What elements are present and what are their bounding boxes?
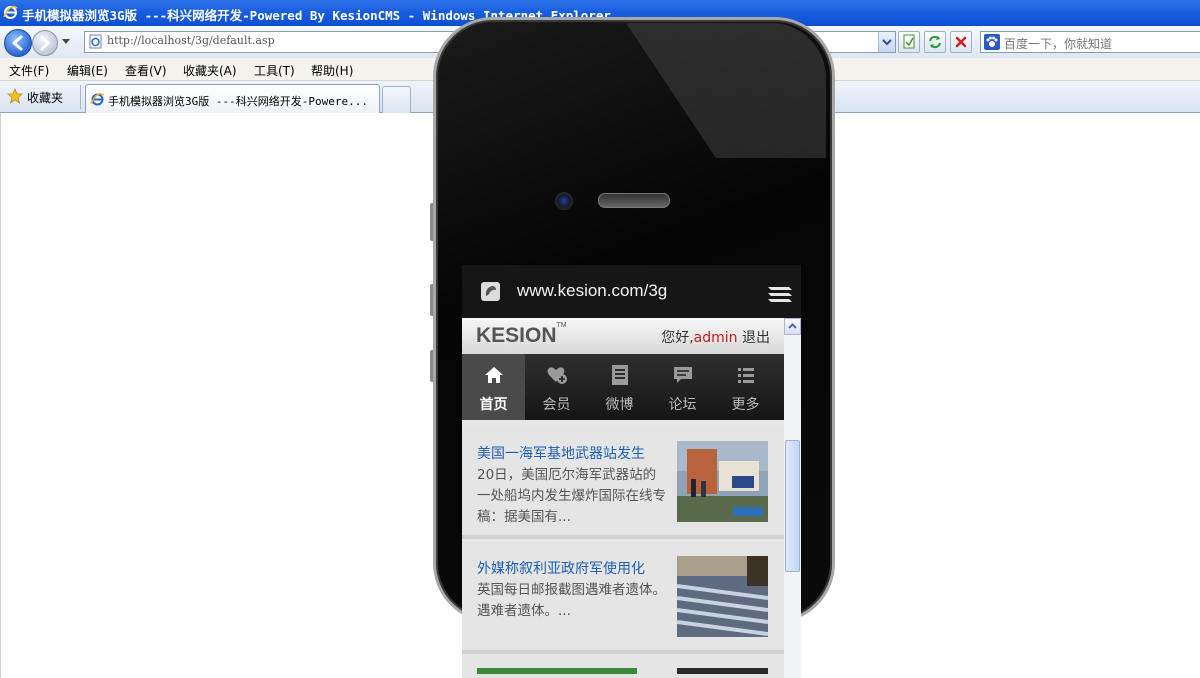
nav-label: 首页 — [479, 397, 508, 413]
nav-home[interactable]: 首页 — [462, 354, 525, 420]
logout-link[interactable]: 退出 — [742, 330, 770, 346]
nav-label: 会员 — [542, 397, 571, 413]
nav-label: 论坛 — [668, 397, 697, 413]
article-summary: 20日，美国厄尔海军武器站的一处船坞内发生爆炸国际在线专稿：据美国有... — [477, 467, 666, 525]
menu-tools[interactable]: 工具(T) — [254, 62, 295, 79]
logo-text: KESION — [476, 324, 557, 347]
tab-label: 手机模拟器浏览3G版 ---科兴网络开发-Powere... — [108, 95, 368, 108]
page-icon — [89, 34, 102, 49]
forward-button[interactable] — [32, 30, 58, 56]
list-item[interactable]: 外媒称叙利亚政府军使用化 英国每日邮报截图遇难者遗体。遇难者遗体。... — [462, 542, 784, 654]
phone-glare — [626, 23, 826, 158]
address-dropdown-button[interactable] — [878, 32, 895, 52]
article-thumbnail-partial — [677, 668, 768, 674]
nav-weibo[interactable]: 微博 — [588, 354, 651, 420]
article-title[interactable]: 美国一海军基地武器站发生 — [477, 443, 645, 463]
site-nav: 首页 会员 微博 论坛 更多 — [462, 354, 784, 420]
compat-page-icon — [903, 34, 915, 49]
mobile-menu-icon[interactable] — [767, 284, 793, 304]
address-url[interactable]: http://localhost/3g/default.asp — [107, 34, 275, 47]
article-thumbnail[interactable] — [677, 556, 768, 637]
ie-page-icon — [90, 92, 105, 106]
history-dropdown-icon[interactable] — [61, 38, 71, 46]
favorites-button[interactable]: 收藏夹 — [27, 89, 63, 106]
list-item[interactable]: 美国一海军基地武器站发生 20日，美国厄尔海军武器站的一处船坞内发生爆炸国际在线… — [462, 427, 784, 539]
toolbar-divider — [80, 85, 81, 109]
scroll-thumb[interactable] — [785, 440, 800, 572]
close-x-icon — [955, 36, 967, 48]
search-input[interactable]: 百度一下，你就知道 — [980, 31, 1200, 53]
back-arrow-icon — [12, 35, 23, 51]
vertical-scrollbar[interactable] — [784, 318, 801, 678]
ie-logo-icon — [3, 5, 18, 19]
site-header: KESIONTM 您好,admin 退出 — [462, 318, 784, 354]
menu-help[interactable]: 帮助(H) — [311, 62, 353, 79]
nav-more[interactable]: 更多 — [714, 354, 777, 420]
chevron-up-icon — [788, 323, 797, 329]
username-link[interactable]: admin — [694, 330, 738, 346]
baidu-paw-icon — [984, 34, 1000, 50]
article-thumbnail[interactable] — [677, 441, 768, 522]
favorites-star-icon[interactable] — [7, 88, 23, 104]
home-icon — [485, 367, 503, 383]
user-greeting: 您好,admin 退出 — [661, 327, 770, 347]
phone-speaker — [598, 193, 670, 208]
refresh-button[interactable] — [924, 31, 946, 53]
article-title[interactable]: 外媒称叙利亚政府军使用化 — [477, 558, 645, 578]
site-favicon-icon — [481, 282, 500, 301]
new-tab-button[interactable] — [382, 86, 411, 113]
article-title-partial — [477, 668, 637, 674]
list-item-partial[interactable] — [462, 657, 784, 678]
mobile-viewport: KESIONTM 您好,admin 退出 首页 会员 微博 论坛 更多 美国一海… — [462, 318, 784, 678]
refresh-icon — [929, 35, 941, 49]
greeting-prefix: 您好, — [661, 330, 694, 346]
compatibility-view-button[interactable] — [898, 31, 920, 53]
menu-edit[interactable]: 编辑(E) — [67, 62, 108, 79]
search-placeholder: 百度一下，你就知道 — [1004, 37, 1113, 51]
weibo-doc-icon — [612, 365, 628, 385]
kesion-logo[interactable]: KESIONTM — [476, 322, 567, 348]
menu-view[interactable]: 查看(V) — [125, 62, 167, 79]
tab-current-page[interactable]: 手机模拟器浏览3G版 ---科兴网络开发-Powere... — [85, 84, 380, 113]
mobile-browser-bar: www.kesion.com/3g — [462, 265, 801, 318]
menu-file[interactable]: 文件(F) — [9, 62, 49, 79]
nav-label: 更多 — [731, 397, 760, 413]
nav-forum[interactable]: 论坛 — [651, 354, 714, 420]
scroll-up-button[interactable] — [784, 318, 801, 335]
more-list-icon — [738, 368, 754, 383]
article-summary: 英国每日邮报截图遇难者遗体。遇难者遗体。... — [477, 582, 666, 619]
logo-tm: TM — [556, 322, 567, 329]
phone-camera-icon — [555, 192, 573, 210]
forum-chat-icon — [674, 367, 692, 383]
stop-button[interactable] — [950, 31, 972, 53]
back-button[interactable] — [4, 29, 32, 57]
nav-member[interactable]: 会员 — [525, 354, 588, 420]
phone-screen: www.kesion.com/3g KESIONTM 您好,admin 退出 首… — [462, 265, 801, 678]
menu-favorites[interactable]: 收藏夹(A) — [183, 62, 237, 79]
nav-label: 微博 — [605, 397, 634, 413]
member-heart-icon — [547, 367, 567, 384]
mobile-url[interactable]: www.kesion.com/3g — [517, 281, 667, 301]
chevron-down-icon — [882, 39, 892, 46]
forward-arrow-icon — [40, 35, 50, 51]
